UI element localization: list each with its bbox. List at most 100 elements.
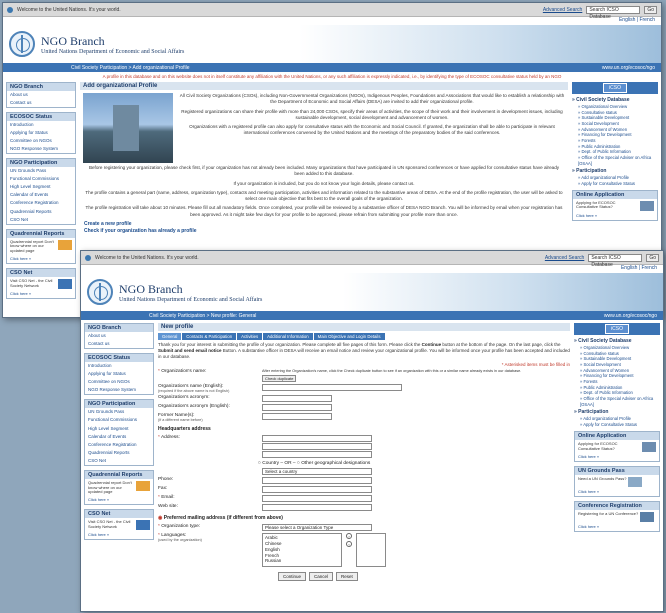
- lang-english-link[interactable]: English: [621, 265, 637, 271]
- intro-text: Thank you for your interest in submittin…: [158, 342, 570, 360]
- sidebar-item-grounds[interactable]: UN Grounds Pass: [7, 167, 75, 175]
- sidebar-item-highlevel[interactable]: High Level Segment: [85, 425, 153, 433]
- quad-more-link[interactable]: Click here »: [7, 256, 75, 263]
- search-go-button[interactable]: Go: [644, 5, 657, 14]
- sidebar-item-calendar[interactable]: Calendar of Events: [7, 191, 75, 199]
- lang-english-link[interactable]: English: [619, 17, 635, 23]
- sidebar-item-contact[interactable]: Contact us: [7, 99, 75, 107]
- sidebar-item-committee[interactable]: Committee on NGOs: [7, 137, 75, 145]
- org-name-en-field[interactable]: [262, 384, 402, 392]
- acronym-field[interactable]: [262, 395, 332, 403]
- sidebar-item-committee[interactable]: Committee on NGOs: [85, 378, 153, 386]
- move-right-icon[interactable]: ›: [346, 533, 352, 540]
- tab-contacts[interactable]: Contacts & Participation: [182, 333, 237, 340]
- sidebar-item-quad[interactable]: Quadrennial Reports: [7, 208, 75, 216]
- country-radio[interactable]: ○: [258, 461, 261, 466]
- reset-button[interactable]: Reset: [336, 572, 358, 582]
- sidebar-item-about[interactable]: About us: [85, 332, 153, 340]
- former-hint: (if a different name before): [158, 418, 203, 423]
- sidebar-item-applying[interactable]: Applying for Status: [7, 129, 75, 137]
- sidebar-item-confreg[interactable]: Conference Registration: [7, 199, 75, 207]
- check-profile-link[interactable]: Check if your organization has already a…: [84, 228, 564, 235]
- csonet-more-link[interactable]: Click here »: [85, 532, 153, 539]
- csd-link[interactable]: » Office of the Special Adviser on Afric…: [574, 396, 660, 407]
- geo-radio[interactable]: ○: [297, 461, 300, 466]
- website-field[interactable]: [262, 504, 372, 512]
- sidebar-item-grounds[interactable]: UN Grounds Pass: [85, 408, 153, 416]
- icso-button[interactable]: iCSO: [605, 324, 629, 334]
- fax-field[interactable]: [262, 486, 372, 494]
- csonet-box: CSO Net Visit CSO Net - the Civil Societ…: [84, 509, 154, 541]
- lang-french-link[interactable]: French: [641, 265, 657, 271]
- csonet-more-link[interactable]: Click here »: [7, 291, 75, 298]
- participation-link[interactable]: » Apply for Consultative Status: [572, 181, 658, 187]
- address-line-3[interactable]: [262, 451, 372, 459]
- mailing-section-title[interactable]: ◉ Preferred mailing address (if differen…: [158, 515, 570, 521]
- sidebar-item-quad[interactable]: Quadrennial Reports: [85, 449, 153, 457]
- promo-text: Applying for ECOSOC Consultative Status?: [578, 440, 618, 451]
- csd-link[interactable]: » Office of the Special Adviser on Afric…: [572, 155, 658, 166]
- email-field[interactable]: [262, 495, 372, 503]
- lang-french-link[interactable]: French: [639, 17, 655, 23]
- report-icon: [58, 239, 72, 250]
- icso-button[interactable]: iCSO: [603, 82, 627, 93]
- address-line-2[interactable]: [262, 443, 372, 451]
- sidebar-item-csonet[interactable]: CSO Net: [85, 457, 153, 465]
- paragraph: If your organization is included, but yo…: [233, 180, 415, 186]
- check-duplicate-button[interactable]: Check duplicate: [262, 375, 297, 383]
- selected-languages-list[interactable]: [356, 533, 386, 568]
- advanced-search-link[interactable]: Advanced Search: [543, 7, 582, 13]
- csd-title[interactable]: » Civil Society Database: [572, 97, 658, 103]
- paragraph: All Civil Society Organizations (CSOs), …: [179, 92, 565, 105]
- grounds-more-link[interactable]: Click here »: [575, 489, 659, 496]
- participation-title[interactable]: » Participation: [572, 168, 658, 174]
- un-logo-icon: [87, 279, 113, 305]
- cancel-button[interactable]: Cancel: [309, 572, 334, 582]
- sidebar-item-about[interactable]: About us: [7, 91, 75, 99]
- address-line-1[interactable]: [262, 435, 372, 443]
- org-name-hint: After entering the Organization's name, …: [262, 369, 522, 374]
- tab-additional[interactable]: Additional Information: [263, 333, 313, 340]
- online-more-link[interactable]: Click here »: [573, 213, 657, 220]
- search-input[interactable]: Search ICSO Database: [586, 5, 641, 20]
- language-option[interactable]: Russian: [265, 558, 339, 564]
- former-name-field[interactable]: [262, 413, 332, 421]
- tab-general[interactable]: General: [158, 333, 182, 340]
- sidebar-item-calendar[interactable]: Calendar of Events: [85, 433, 153, 441]
- quad-more-link[interactable]: Click here »: [85, 497, 153, 504]
- continue-button[interactable]: Continue: [278, 572, 307, 582]
- window-new-profile: Welcome to the United Nations. It's your…: [80, 250, 664, 612]
- move-left-icon[interactable]: ‹: [346, 541, 352, 548]
- conf-more-link[interactable]: Click here »: [575, 524, 659, 531]
- sidebar-item-contact[interactable]: Contact us: [85, 340, 153, 348]
- orgtype-select[interactable]: Please select a Organization Type: [262, 524, 372, 532]
- sidebar-item-highlevel[interactable]: High Level Segment: [7, 183, 75, 191]
- tab-objective[interactable]: Main Objective and Login Details: [313, 333, 385, 340]
- phone-field[interactable]: [262, 477, 372, 485]
- search-input[interactable]: Search ICSO Database: [588, 253, 643, 268]
- sidebar-item-functional[interactable]: Functional Commissions: [85, 416, 153, 424]
- sidebar-item-intro[interactable]: Introduction: [7, 121, 75, 129]
- csd-title[interactable]: » Civil Society Database: [574, 338, 660, 344]
- sidebar-item-applying[interactable]: Applying for Status: [85, 370, 153, 378]
- sidebar-item-response[interactable]: NGO Response System: [85, 386, 153, 394]
- tab-activities[interactable]: Activities: [237, 333, 263, 340]
- box-title: ECOSOC Status: [85, 354, 153, 363]
- sidebar-item-intro[interactable]: Introduction: [85, 362, 153, 370]
- sidebar-item-response[interactable]: NGO Response System: [7, 145, 75, 153]
- create-profile-link[interactable]: Create a new profile: [84, 221, 564, 228]
- languages-list[interactable]: Arabic Chinese English French Russian: [262, 533, 342, 568]
- advanced-search-link[interactable]: Advanced Search: [545, 255, 584, 261]
- report-icon: [136, 480, 150, 491]
- sidebar-item-confreg[interactable]: Conference Registration: [85, 441, 153, 449]
- welcome-text: Welcome to the United Nations. It's your…: [95, 254, 199, 261]
- acronym-en-field[interactable]: [262, 404, 332, 412]
- country-select[interactable]: Select a country: [262, 468, 372, 476]
- search-go-button[interactable]: Go: [646, 253, 659, 262]
- sidebar-item-csonet[interactable]: CSO Net: [7, 216, 75, 224]
- online-more-link[interactable]: Click here »: [575, 454, 659, 461]
- sidebar-item-functional[interactable]: Functional Commissions: [7, 175, 75, 183]
- participation-title[interactable]: » Participation: [574, 409, 660, 415]
- participation-link[interactable]: » Apply for Consultative Status: [574, 422, 660, 428]
- web-label: Web site:: [158, 504, 178, 510]
